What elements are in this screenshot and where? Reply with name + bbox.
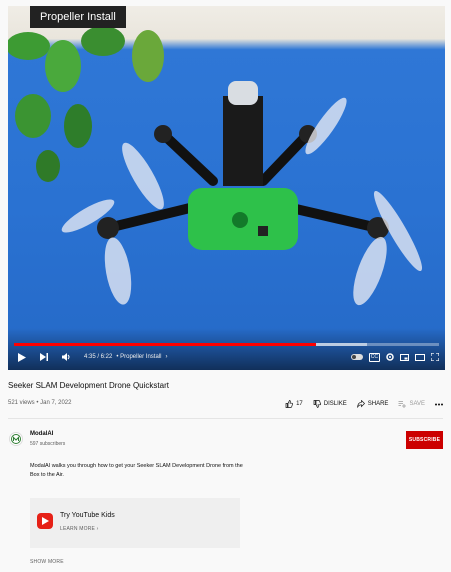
chevron-right-icon: › (96, 526, 99, 532)
settings-icon[interactable] (386, 353, 394, 361)
dislike-label: DISLIKE (323, 401, 347, 407)
like-count: 17 (296, 401, 303, 407)
channel-name[interactable]: ModalAI (30, 431, 53, 437)
progress-bar[interactable] (14, 343, 439, 346)
save-button[interactable]: SAVE (398, 400, 425, 408)
chapter-overlay: Propeller Install (30, 6, 126, 28)
theater-icon[interactable] (415, 353, 425, 361)
video-title: Seeker SLAM Development Drone Quickstart (8, 381, 169, 390)
action-bar: 17 DISLIKE SHARE SAVE (285, 400, 443, 408)
share-label: SHARE (367, 401, 389, 407)
volume-icon[interactable] (58, 349, 74, 365)
subscriber-count: 597 subscribers (30, 441, 66, 447)
divider (8, 418, 443, 419)
learn-more-link[interactable]: LEARN MORE › (60, 526, 99, 532)
subscribe-button[interactable]: SUBSCRIBE (406, 431, 443, 449)
share-icon (356, 400, 365, 408)
save-icon (398, 401, 407, 408)
video-player[interactable]: Propeller Install 4:35 / 6:22 • Propelle… (8, 6, 445, 370)
cc-icon[interactable]: CC (368, 352, 380, 362)
player-controls: 4:35 / 6:22 • Propeller Install › CC (8, 348, 445, 366)
autoplay-toggle[interactable] (350, 354, 363, 360)
next-icon[interactable] (36, 349, 52, 365)
chapter-chevron-icon[interactable]: › (165, 354, 167, 360)
channel-avatar[interactable] (9, 432, 23, 446)
video-frame (8, 26, 423, 306)
show-more-button[interactable]: SHOW MORE (30, 559, 64, 565)
youtube-kids-icon (37, 513, 53, 529)
dislike-icon (313, 400, 321, 408)
share-button[interactable]: SHARE (356, 400, 389, 408)
learn-more-label: LEARN MORE (60, 526, 96, 532)
progress-played (14, 343, 316, 346)
more-icon[interactable] (435, 403, 443, 406)
play-icon[interactable] (14, 349, 30, 365)
youtube-kids-card[interactable]: Try YouTube Kids LEARN MORE › (30, 498, 240, 548)
chapter-label[interactable]: • Propeller Install (116, 354, 161, 360)
modalai-logo-icon (11, 434, 21, 444)
save-label: SAVE (409, 401, 425, 407)
fullscreen-icon[interactable] (431, 353, 439, 361)
kids-promo-title: Try YouTube Kids (60, 512, 115, 519)
dislike-button[interactable]: DISLIKE (313, 400, 347, 408)
video-description: ModalAI walks you through how to get you… (30, 463, 243, 478)
progress-buffer (315, 343, 367, 346)
miniplayer-icon[interactable] (400, 353, 409, 361)
views-date: 521 views • Jan 7, 2022 (8, 400, 72, 406)
like-button[interactable]: 17 (285, 400, 303, 408)
time-display: 4:35 / 6:22 (84, 354, 113, 360)
like-icon (285, 400, 293, 408)
